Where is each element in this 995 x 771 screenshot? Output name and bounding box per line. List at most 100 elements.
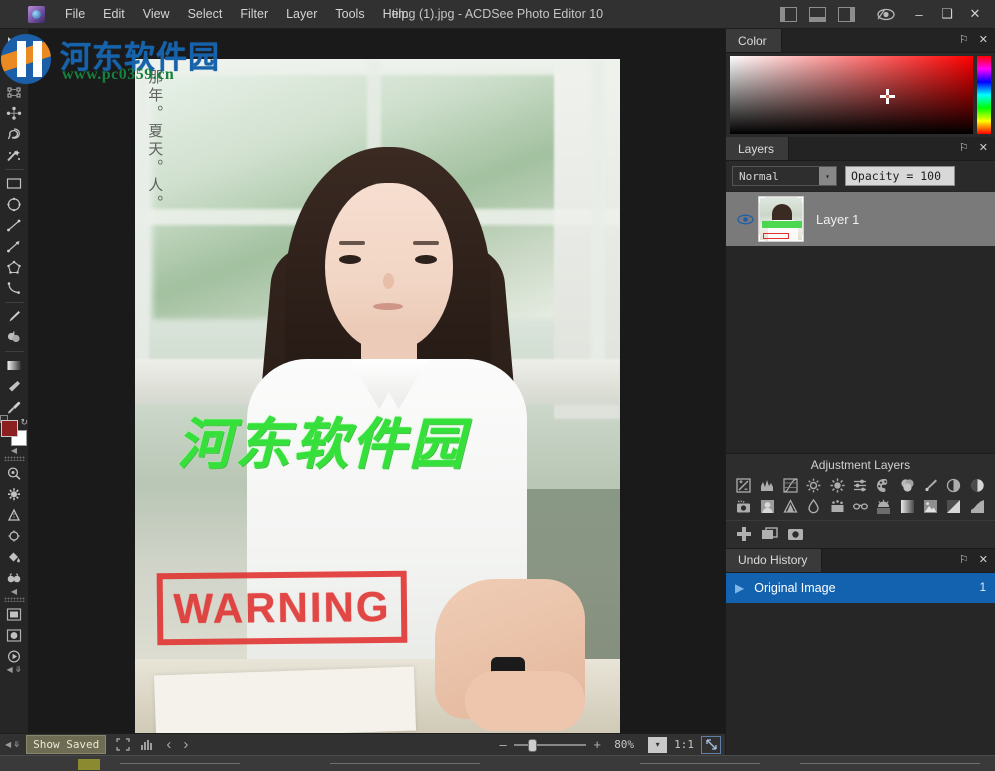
toolbar-drag-handle-2[interactable] (4, 597, 25, 602)
water-drop-icon[interactable] (802, 496, 825, 517)
close-icon[interactable]: ✕ (979, 143, 988, 154)
rectangle-tool-icon[interactable] (2, 173, 27, 194)
gradient-tool-icon[interactable] (2, 355, 27, 376)
layer-list-empty-area[interactable] (726, 246, 995, 453)
menu-item-edit[interactable]: Edit (94, 3, 134, 25)
exposure-icon[interactable] (732, 475, 755, 496)
black-white-icon[interactable] (966, 475, 989, 496)
histogram-icon[interactable] (140, 738, 154, 751)
saturation-value-field[interactable] (730, 56, 973, 134)
chevron-down-icon[interactable]: ▾ (819, 167, 836, 185)
menu-item-file[interactable]: File (56, 3, 94, 25)
brush-tool-icon[interactable] (2, 306, 27, 327)
color-swatches[interactable]: ↻ (1, 420, 27, 446)
ellipse-marquee-tool-icon[interactable] (2, 625, 27, 646)
brightness-icon[interactable] (802, 475, 825, 496)
paint-bucket-tool-icon[interactable] (2, 547, 27, 568)
smooth-skin-tool-icon[interactable] (2, 505, 27, 526)
bottom-toolbar-handle[interactable]: ◀ ⤋ (5, 740, 20, 749)
actual-size-button[interactable]: 1:1 (674, 738, 694, 751)
undo-history-list[interactable]: ▶ Original Image 1 (726, 573, 995, 756)
close-icon[interactable]: ✕ (979, 555, 988, 566)
duplicate-layer-icon[interactable] (761, 526, 778, 542)
previous-image-button[interactable]: ‹ (166, 736, 171, 753)
menu-item-help[interactable]: Help (374, 3, 418, 25)
zoom-out-button[interactable]: – (496, 737, 510, 752)
marquee-points-tool-icon[interactable] (2, 82, 27, 103)
menu-item-tools[interactable]: Tools (326, 3, 373, 25)
toolbar-collapse-arrow-2[interactable]: ◀ (11, 589, 17, 595)
lasso-select-tool-icon[interactable] (2, 61, 27, 82)
canvas-area[interactable]: 那年。夏天。人。 河东软件园 WARNING (29, 29, 725, 733)
tab-color[interactable]: Color (726, 29, 782, 52)
glasses-icon[interactable] (849, 496, 872, 517)
pin-icon[interactable]: ⚐ (959, 143, 969, 154)
layer-row[interactable]: Layer 1 (726, 192, 995, 246)
undo-history-row[interactable]: ▶ Original Image 1 (726, 573, 995, 603)
preview-eye-icon[interactable] (877, 8, 895, 21)
tab-undo-history[interactable]: Undo History (726, 549, 822, 572)
dodge-burn-icon[interactable] (919, 475, 942, 496)
menu-item-select[interactable]: Select (179, 3, 232, 25)
layout-bottom-panel-icon[interactable] (809, 7, 826, 22)
foreground-color-swatch[interactable] (1, 420, 18, 437)
red-eye-tool-icon[interactable] (2, 463, 27, 484)
taskbar-item-icon[interactable] (78, 759, 100, 770)
hdr-icon[interactable] (872, 496, 895, 517)
arrow-tool-icon[interactable] (2, 236, 27, 257)
skin-tune-icon[interactable] (755, 496, 778, 517)
vignette-icon[interactable] (779, 496, 802, 517)
white-balance-icon[interactable] (732, 496, 755, 517)
opacity-input[interactable]: Opacity = 100 (845, 166, 955, 186)
curve-icon[interactable] (966, 496, 989, 517)
color-eq-icon[interactable] (896, 475, 919, 496)
zoom-slider-knob[interactable] (528, 739, 537, 752)
hue-strip[interactable] (977, 56, 991, 134)
fit-to-window-icon[interactable] (116, 738, 130, 751)
menu-item-view[interactable]: View (134, 3, 179, 25)
layout-right-panel-icon[interactable] (838, 7, 855, 22)
contrast-icon[interactable] (942, 475, 965, 496)
next-image-button[interactable]: › (183, 736, 188, 753)
polygon-tool-icon[interactable] (2, 257, 27, 278)
blemish-tool-icon[interactable] (2, 484, 27, 505)
toolbar-collapse-arrow[interactable]: ◀ (11, 448, 17, 454)
color-picker-body[interactable] (726, 53, 995, 137)
ellipse-tool-icon[interactable] (2, 194, 27, 215)
menu-item-layer[interactable]: Layer (277, 3, 326, 25)
magic-wand-tool-icon[interactable] (2, 145, 27, 166)
zoom-slider[interactable] (514, 739, 586, 751)
light-eq-icon[interactable] (755, 475, 778, 496)
tone-curves-icon[interactable] (849, 475, 872, 496)
noise-icon[interactable] (825, 496, 848, 517)
add-layer-icon[interactable] (736, 526, 752, 542)
move-tool-icon[interactable] (2, 33, 27, 54)
pin-icon[interactable]: ⚐ (959, 555, 969, 566)
show-saved-button[interactable]: Show Saved (26, 735, 106, 754)
image-canvas[interactable]: 那年。夏天。人。 河东软件园 WARNING (135, 59, 620, 733)
freehand-select-tool-icon[interactable] (2, 124, 27, 145)
split-tone-icon[interactable] (942, 496, 965, 517)
curve-tool-icon[interactable] (2, 278, 27, 299)
close-icon[interactable]: ✕ (979, 35, 988, 46)
line-tool-icon[interactable] (2, 215, 27, 236)
pin-icon[interactable]: ⚐ (959, 35, 969, 46)
maximize-button[interactable]: ❑ (933, 0, 961, 29)
zoom-level-value[interactable]: 80% (604, 738, 644, 751)
minimize-button[interactable]: – (905, 0, 933, 29)
toolbar-expand-arrow[interactable]: ◀ ⤋ (6, 667, 21, 673)
free-transform-tool-icon[interactable] (2, 103, 27, 124)
dodge-tool-icon[interactable] (2, 526, 27, 547)
layout-left-panel-icon[interactable] (780, 7, 797, 22)
play-tool-icon[interactable] (2, 646, 27, 667)
toolbar-drag-handle[interactable] (4, 456, 25, 461)
layer-visibility-eye-icon[interactable] (732, 214, 758, 225)
close-button[interactable]: ✕ (961, 0, 989, 29)
eraser-tool-icon[interactable] (2, 376, 27, 397)
tab-layers[interactable]: Layers (726, 137, 789, 160)
sun-icon[interactable] (825, 475, 848, 496)
zoom-in-button[interactable]: + (590, 737, 604, 752)
fit-image-button[interactable] (701, 736, 721, 754)
menu-item-filter[interactable]: Filter (231, 3, 277, 25)
gradient-icon[interactable] (896, 496, 919, 517)
